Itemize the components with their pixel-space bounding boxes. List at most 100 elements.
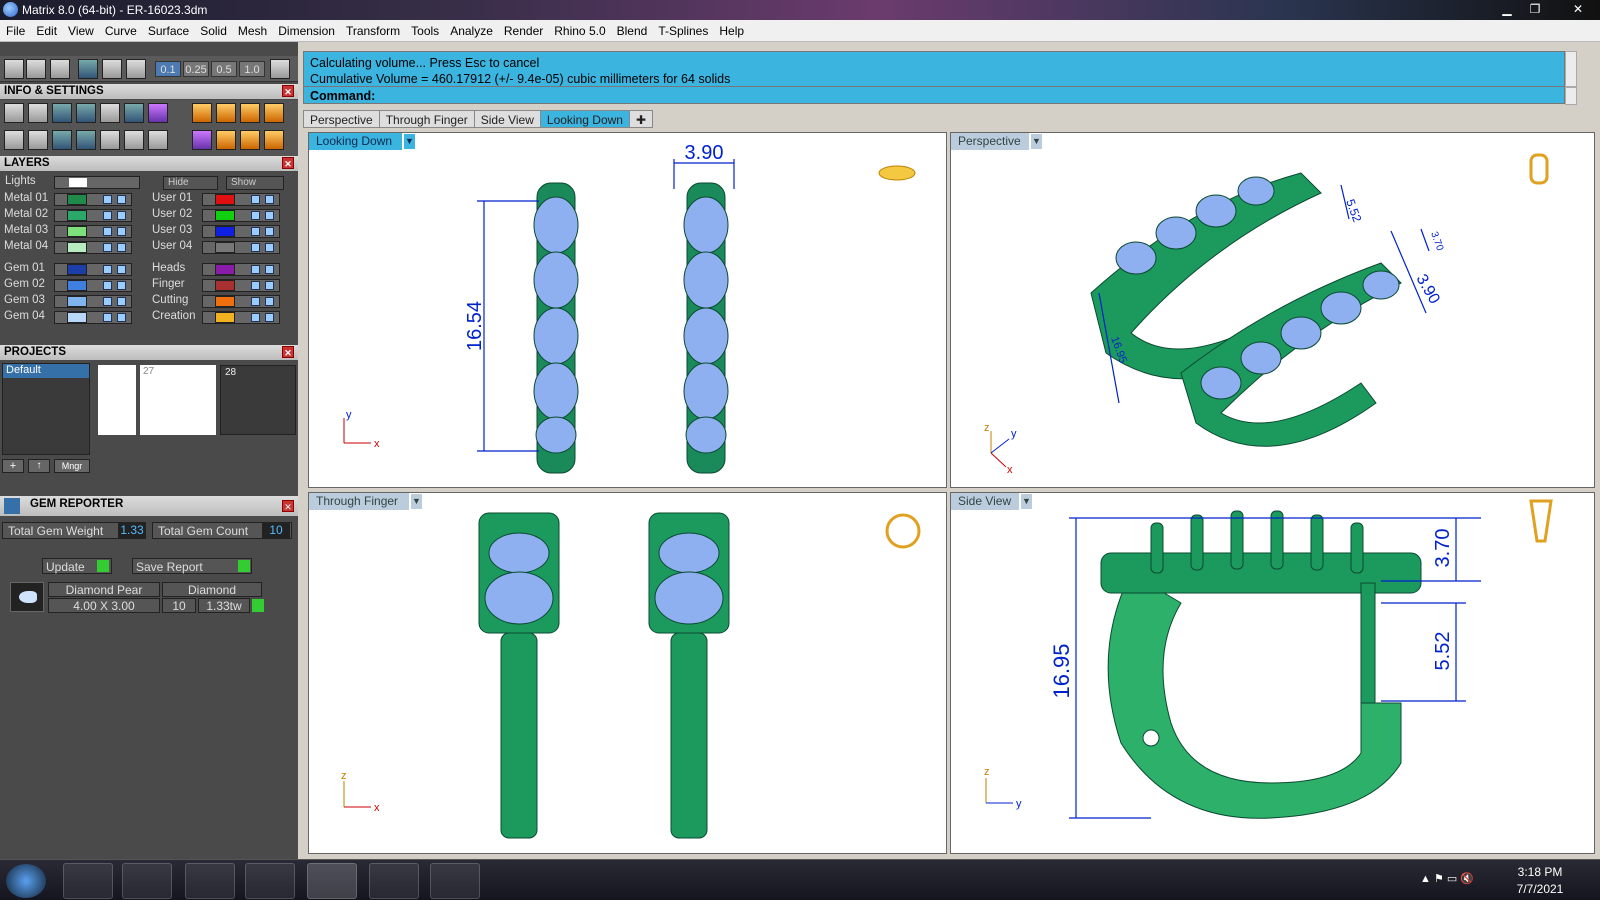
close-icon[interactable]: ✕ — [282, 85, 294, 97]
layer-color-swatch[interactable] — [67, 210, 87, 221]
visibility-icon[interactable] — [265, 297, 274, 306]
box-icon[interactable] — [76, 103, 96, 123]
menu-edit[interactable]: Edit — [30, 20, 62, 38]
layer-controls[interactable] — [202, 225, 280, 238]
restore-button[interactable]: ❐ — [1522, 1, 1548, 18]
visibility-icon[interactable] — [265, 281, 274, 290]
viewport-looking-down[interactable]: Looking Down ▼ 3.90 16.54 y x — [308, 132, 947, 488]
lock-icon[interactable] — [103, 227, 112, 236]
layer-row[interactable]: Metal 03 — [0, 224, 150, 239]
snap-value-1[interactable]: 0.1 — [155, 61, 181, 77]
gem-icon[interactable] — [216, 130, 236, 150]
layer-color-swatch[interactable] — [67, 194, 87, 205]
tab-side-view[interactable]: Side View — [473, 110, 541, 128]
visibility-icon[interactable] — [265, 195, 274, 204]
tab-perspective[interactable]: Perspective — [303, 110, 380, 128]
show-toggle[interactable]: Show — [226, 176, 284, 190]
filter-icon[interactable] — [100, 130, 120, 150]
layer-controls[interactable] — [54, 241, 132, 254]
layer-row[interactable]: Metal 01 — [0, 192, 150, 207]
clock-time[interactable]: 3:18 PM — [1510, 865, 1570, 879]
start-button[interactable] — [6, 864, 46, 898]
menu-view[interactable]: View — [62, 20, 99, 38]
layer-row[interactable]: Finger — [148, 278, 298, 293]
layer-row[interactable]: User 04 — [148, 240, 298, 255]
layer-row[interactable]: Heads — [148, 262, 298, 277]
select-icon[interactable] — [124, 130, 144, 150]
play-icon[interactable] — [252, 599, 264, 612]
screenshot-icon[interactable] — [369, 863, 419, 899]
visibility-icon[interactable] — [117, 265, 126, 274]
lock-icon[interactable] — [251, 227, 260, 236]
add-project-button[interactable]: + — [2, 459, 24, 473]
minimize-button[interactable]: ▁ — [1494, 1, 1520, 18]
layer-controls[interactable] — [54, 193, 132, 206]
lock-icon[interactable] — [251, 313, 260, 322]
pen-icon[interactable] — [50, 59, 70, 79]
lock-icon[interactable] — [103, 243, 112, 252]
shade-icon[interactable] — [26, 59, 46, 79]
layer-color-swatch[interactable] — [67, 296, 87, 307]
cylinder-icon[interactable] — [76, 130, 96, 150]
media-icon[interactable] — [185, 863, 235, 899]
menu-render[interactable]: Render — [498, 20, 548, 38]
command-prompt[interactable]: Command: — [303, 86, 1565, 104]
viewport-through-finger[interactable]: Through Finger ▼ z x — [308, 492, 947, 854]
viewport-side-view[interactable]: Side View ▼ 3.70 5.52 16.95 z y — [950, 492, 1595, 854]
layer-row[interactable]: Metal 02 — [0, 208, 150, 223]
layer-controls[interactable] — [54, 225, 132, 238]
prompt-scrollbar[interactable] — [1565, 87, 1577, 105]
import-icon[interactable] — [240, 103, 260, 123]
layer-color-swatch[interactable] — [215, 242, 235, 253]
layer-row[interactable]: User 01 — [148, 192, 298, 207]
menu-file[interactable]: File — [0, 20, 30, 38]
play-icon[interactable] — [97, 560, 109, 572]
layer-controls[interactable] — [202, 209, 280, 222]
light-icon[interactable] — [192, 103, 212, 123]
layer-color-swatch[interactable] — [67, 264, 87, 275]
menu-analyze[interactable]: Analyze — [444, 20, 498, 38]
lock-icon[interactable] — [251, 297, 260, 306]
lock-icon[interactable] — [251, 265, 260, 274]
layer-row[interactable]: Cutting — [148, 294, 298, 309]
lock-icon[interactable] — [103, 211, 112, 220]
menu-tsplines[interactable]: T-Splines — [652, 20, 713, 38]
layer-controls[interactable] — [202, 279, 280, 292]
menu-transform[interactable]: Transform — [340, 20, 405, 38]
layer-controls[interactable] — [54, 311, 132, 324]
lock-icon[interactable] — [103, 195, 112, 204]
viewport-perspective[interactable]: Perspective ▼ 5.52 3.70 3.90 16.95 z y x — [950, 132, 1595, 488]
grid-icon[interactable] — [4, 59, 24, 79]
ortho-icon[interactable] — [102, 59, 122, 79]
layer-color-swatch[interactable] — [215, 226, 235, 237]
export-icon[interactable] — [216, 103, 236, 123]
close-icon[interactable]: ✕ — [282, 500, 294, 512]
layer-controls[interactable] — [54, 209, 132, 222]
layer-color-swatch[interactable] — [67, 226, 87, 237]
print-icon[interactable] — [264, 103, 284, 123]
project-thumb-3[interactable]: 28 — [220, 365, 296, 435]
layer-color-swatch[interactable] — [215, 194, 235, 205]
visibility-icon[interactable] — [265, 227, 274, 236]
layer-controls[interactable] — [202, 263, 280, 276]
layer-color-swatch[interactable] — [215, 280, 235, 291]
layer-controls[interactable] — [202, 193, 280, 206]
project-thumb-2[interactable]: 27 — [140, 365, 216, 435]
close-icon[interactable]: ✕ — [282, 157, 294, 169]
lock-icon[interactable] — [251, 195, 260, 204]
folder-icon[interactable] — [122, 863, 172, 899]
prong-icon[interactable] — [240, 130, 260, 150]
zoom-icon[interactable] — [28, 103, 48, 123]
save-report-button[interactable]: Save Report — [132, 558, 252, 574]
layer-color-swatch[interactable] — [67, 242, 87, 253]
visibility-icon[interactable] — [117, 243, 126, 252]
pave-icon[interactable] — [264, 130, 284, 150]
manager-button[interactable]: Mngr — [54, 459, 90, 473]
window-icon[interactable] — [28, 130, 48, 150]
layer-row[interactable]: Gem 02 — [0, 278, 150, 293]
ring-icon[interactable] — [192, 130, 212, 150]
snap-value-2[interactable]: 0.25 — [183, 61, 209, 77]
menu-surface[interactable]: Surface — [142, 20, 194, 38]
snap-value-4[interactable]: 1.0 — [239, 61, 265, 77]
layer-controls[interactable] — [202, 295, 280, 308]
